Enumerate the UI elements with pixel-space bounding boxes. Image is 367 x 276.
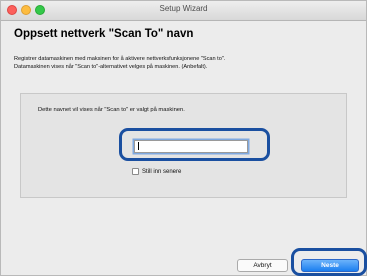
title-bar: Setup Wizard — [1, 1, 366, 21]
cancel-button[interactable]: Avbryt — [237, 259, 288, 272]
name-prompt-label: Dette navnet vil vises når "Scan to" er … — [38, 107, 185, 113]
set-later-checkbox[interactable] — [132, 168, 139, 175]
set-later-option[interactable]: Still inn senere — [132, 167, 181, 176]
description-line-2: Datamaskinen vises når "Scan to"-alterna… — [14, 63, 208, 70]
name-field-callout — [119, 128, 270, 161]
page-title: Oppsett nettverk "Scan To" navn — [14, 28, 194, 40]
description-line-1: Registrer datamaskinen med maksinen for … — [14, 56, 226, 62]
page-description: Registrer datamaskinen med maksinen for … — [14, 56, 225, 71]
set-later-label: Still inn senere — [142, 168, 182, 175]
next-button-callout — [291, 248, 367, 276]
window-title: Setup Wizard — [159, 4, 208, 13]
